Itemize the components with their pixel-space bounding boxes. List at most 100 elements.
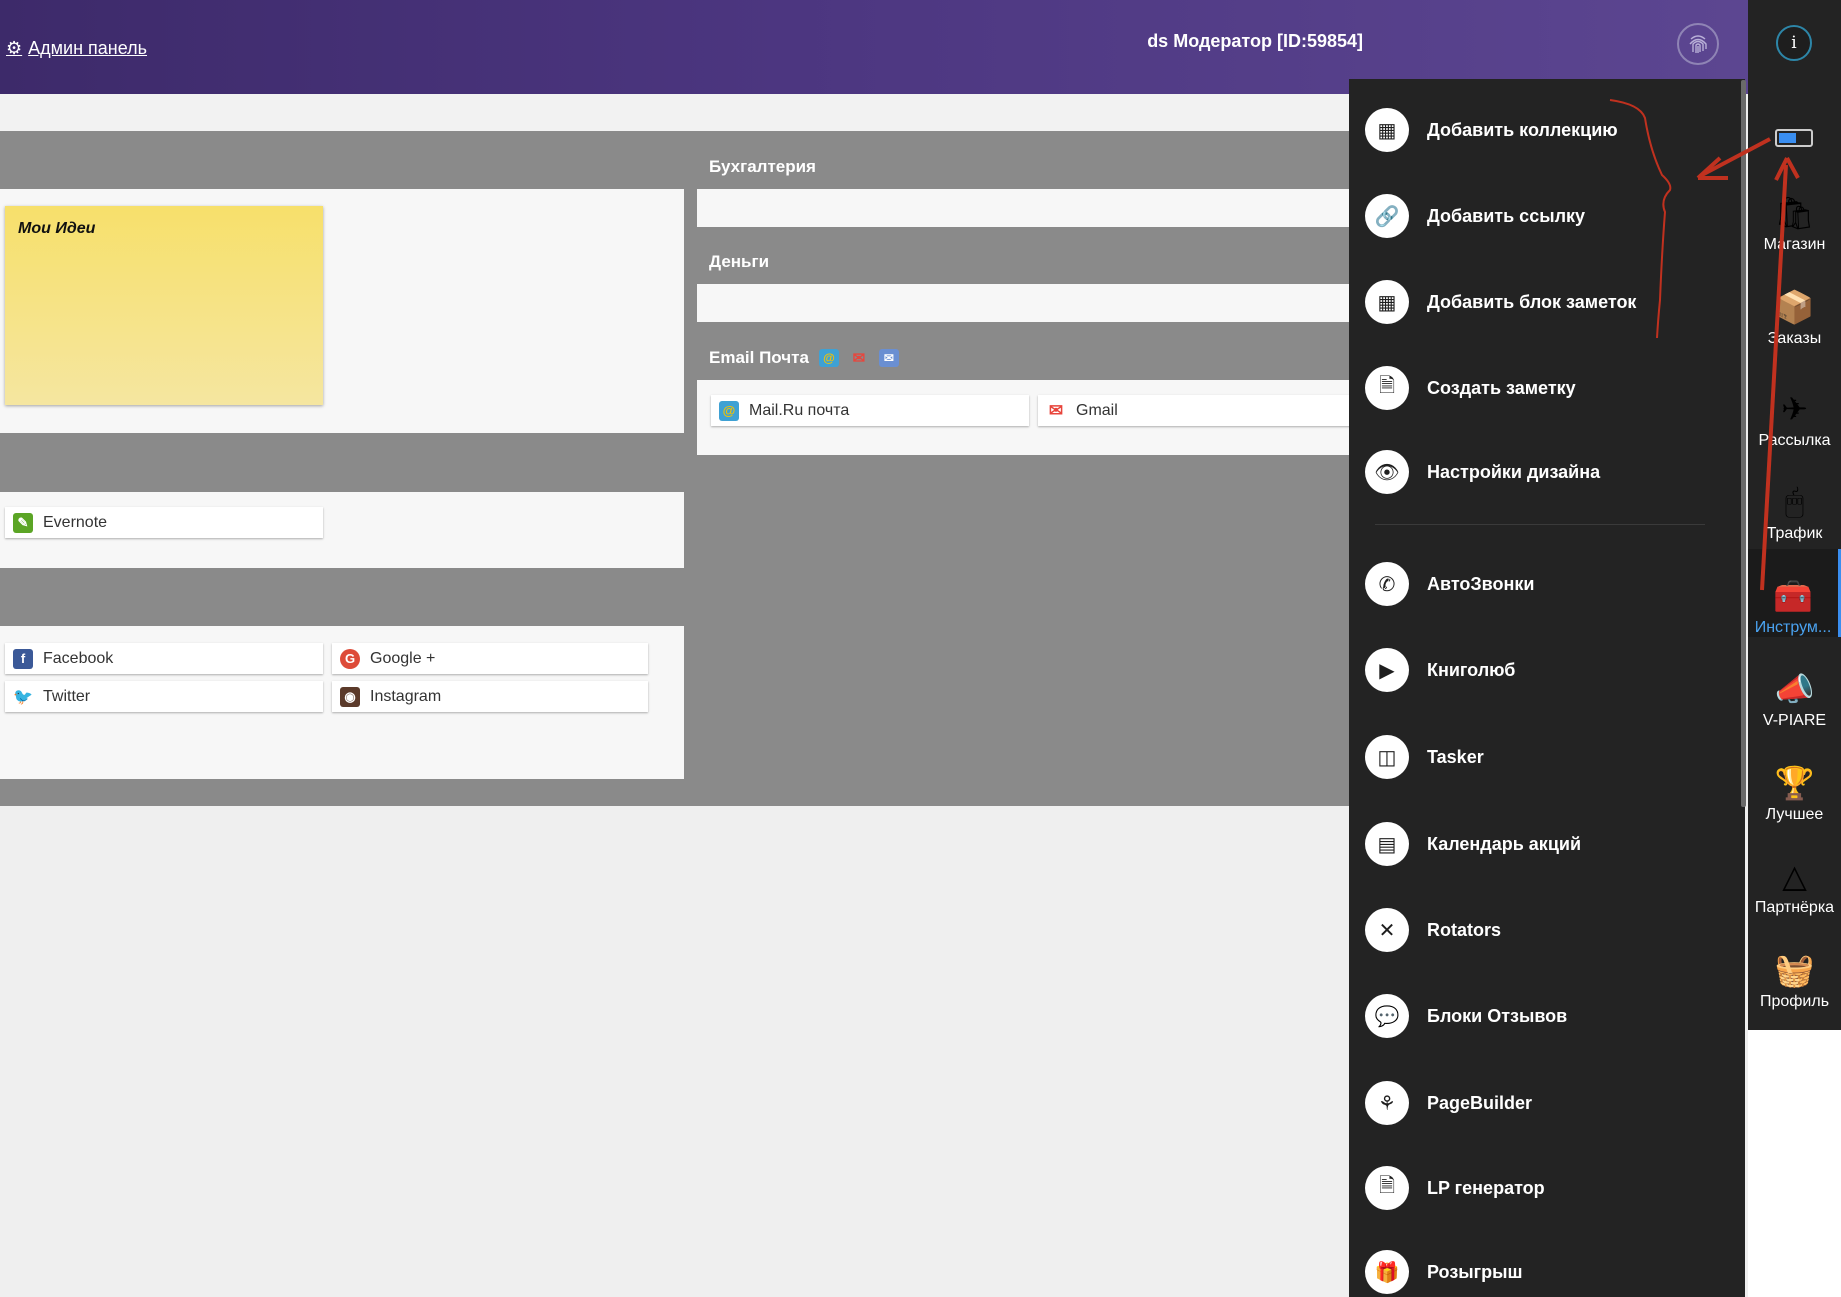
menu-item-label: Rotators [1427,919,1502,940]
accounting-panel: Бухгалтерия [697,144,1360,227]
sidebar-item-shop[interactable]: 🛍 Магазин [1748,166,1841,254]
sidebar-item-partner[interactable]: △ Партнёрка [1748,829,1841,917]
gmail-icon: ✉ [1048,400,1064,420]
menu-item-label: Настройки дизайна [1427,461,1601,482]
menu-item-giveaway[interactable]: 🎁 Розыгрыш [1365,1247,1523,1297]
instagram-link[interactable]: ◉ Instagram [332,681,648,712]
award-icon: 🏆 [1774,765,1815,801]
evernote-panel: ✎ Evernote [0,447,684,568]
menu-item-design-settings[interactable]: 👁 Настройки дизайна [1365,447,1600,497]
social-panel-header[interactable] [0,581,684,626]
menu-item-booklover[interactable]: ▶ Книголюб [1365,645,1515,695]
menu-divider [1375,524,1705,525]
sidebar-item-label: Рассылка [1758,432,1831,449]
sidebar-item-mailing[interactable]: ✈ Рассылка [1748,362,1841,450]
email-panel-body: @ Mail.Ru почта ✉ Gmail [697,380,1360,455]
sprout-icon: ⚘ [1365,1081,1409,1125]
sidebar-item-tools[interactable]: 🧰 Инструм... [1748,549,1841,637]
menu-item-create-note[interactable]: 🗎 Создать заметку [1365,363,1576,413]
twitter-link[interactable]: 🐦 Twitter [5,681,323,712]
boxes-icon: 📦 [1774,289,1815,325]
basket-icon: 🧺 [1774,952,1815,988]
gear-icon: ⚙ [6,38,23,58]
facebook-icon: f [13,648,33,669]
paper-plane-icon: ✈ [1781,391,1808,427]
sidebar-item-label: Профиль [1759,993,1830,1010]
dropdown-toggle[interactable] [1775,129,1813,147]
menu-item-tasker[interactable]: ◫ Tasker [1365,732,1484,782]
evernote-panel-body: ✎ Evernote [0,492,684,568]
sidebar-item-profile[interactable]: 🧺 Профиль [1748,923,1841,1011]
notes-panel: Мои Идеи [0,144,684,433]
menu-item-autocalls[interactable]: ✆ АвтоЗвонки [1365,559,1534,609]
mailru-label: Mail.Ru почта [749,401,850,419]
grid-icon: ▦ [1365,280,1409,324]
grid-icon: ▦ [1365,108,1409,152]
mailru-link[interactable]: @ Mail.Ru почта [711,395,1029,426]
google-plus-link[interactable]: G Google + [332,643,648,674]
evernote-label: Evernote [43,513,108,531]
menu-item-add-collection[interactable]: ▦ Добавить коллекцию [1365,105,1618,155]
menu-item-rotators[interactable]: ✕ Rotators [1365,905,1501,955]
mail-small-icon[interactable]: ✉ [878,348,899,367]
menu-item-label: Розыгрыш [1427,1261,1523,1282]
sidebar-item-label: Заказы [1767,330,1822,347]
facebook-link[interactable]: f Facebook [5,643,323,674]
email-panel: Email Почта @ ✉ ✉ @ Mail.Ru почта ✉ Gmai… [697,335,1360,455]
evernote-icon: ✎ [13,512,33,533]
arrows-icon: ✕ [1365,908,1409,952]
info-button[interactable]: i [1776,25,1812,61]
menu-item-add-link[interactable]: 🔗 Добавить ссылку [1365,191,1585,241]
accounting-panel-header[interactable]: Бухгалтерия [697,144,1360,189]
menu-item-lp-generator[interactable]: 🗎 LP генератор [1365,1163,1545,1213]
sidebar-item-label: Лучшее [1765,806,1824,823]
email-panel-header[interactable]: Email Почта @ ✉ ✉ [697,335,1360,380]
menu-item-review-blocks[interactable]: 💬 Блоки Отзывов [1365,991,1567,1041]
sidebar-item-label: Магазин [1763,236,1826,253]
menu-item-promo-calendar[interactable]: ▤ Календарь акций [1365,819,1581,869]
menu-item-label: Книголюб [1427,659,1516,680]
instagram-label: Instagram [370,687,442,705]
menu-item-label: PageBuilder [1427,1092,1533,1113]
sidebar-item-label: V-PIARE [1762,712,1827,729]
money-panel-header[interactable]: Деньги [697,239,1360,284]
tools-dropdown-menu: ▦ Добавить коллекцию 🔗 Добавить ссылку ▦… [1349,79,1745,1297]
sidebar-item-label: Инструм... [1754,619,1832,636]
twitter-icon: 🐦 [13,688,33,706]
admin-panel-link[interactable]: ⚙ Админ панель [6,38,147,59]
sidebar-item-orders[interactable]: 📦 Заказы [1748,260,1841,348]
sticky-note[interactable]: Мои Идеи [5,206,323,405]
menu-item-label: Блоки Отзывов [1427,1005,1568,1026]
menu-item-pagebuilder[interactable]: ⚘ PageBuilder [1365,1078,1532,1128]
menu-item-label: Календарь акций [1427,833,1582,854]
empty-area [0,806,1360,1297]
menu-item-label: Добавить коллекцию [1427,119,1618,140]
board-icon: ◫ [1365,735,1409,779]
mouse-icon: 🖱 [1784,483,1805,519]
menu-item-label: LP генератор [1427,1177,1545,1198]
user-label[interactable]: ds Модератор [ID:59854] [1147,31,1363,52]
evernote-panel-header[interactable] [0,447,684,492]
sidebar-item-vpiare[interactable]: 📣 V-PIARE [1748,642,1841,730]
link-icon: 🔗 [1365,194,1409,238]
notes-panel-header[interactable] [0,144,684,189]
admin-panel-label: Админ панель [28,38,148,58]
google-plus-icon: G [340,648,360,669]
menu-item-label: Tasker [1427,746,1484,767]
facebook-label: Facebook [43,649,114,667]
gmail-small-icon[interactable]: ✉ [849,349,869,367]
pyramid-icon: △ [1782,858,1807,894]
gmail-label: Gmail [1076,401,1118,419]
sidebar-item-traffic[interactable]: 🖱 Трафик [1748,455,1841,543]
instagram-icon: ◉ [340,686,360,707]
menu-item-add-notes-block[interactable]: ▦ Добавить блок заметок [1365,277,1636,327]
sidebar-item-best[interactable]: 🏆 Лучшее [1748,736,1841,824]
evernote-link[interactable]: ✎ Evernote [5,507,323,538]
gmail-link[interactable]: ✉ Gmail [1038,395,1360,426]
sticky-note-title: Мои Идеи [18,220,96,237]
menu-scrollbar[interactable] [1741,80,1746,807]
fingerprint-icon[interactable] [1677,23,1719,65]
social-panel-body: f Facebook G Google + 🐦 Twitter ◉ Instag… [0,626,684,779]
mailru-small-icon[interactable]: @ [818,348,839,367]
video-icon: ▶ [1365,648,1409,692]
